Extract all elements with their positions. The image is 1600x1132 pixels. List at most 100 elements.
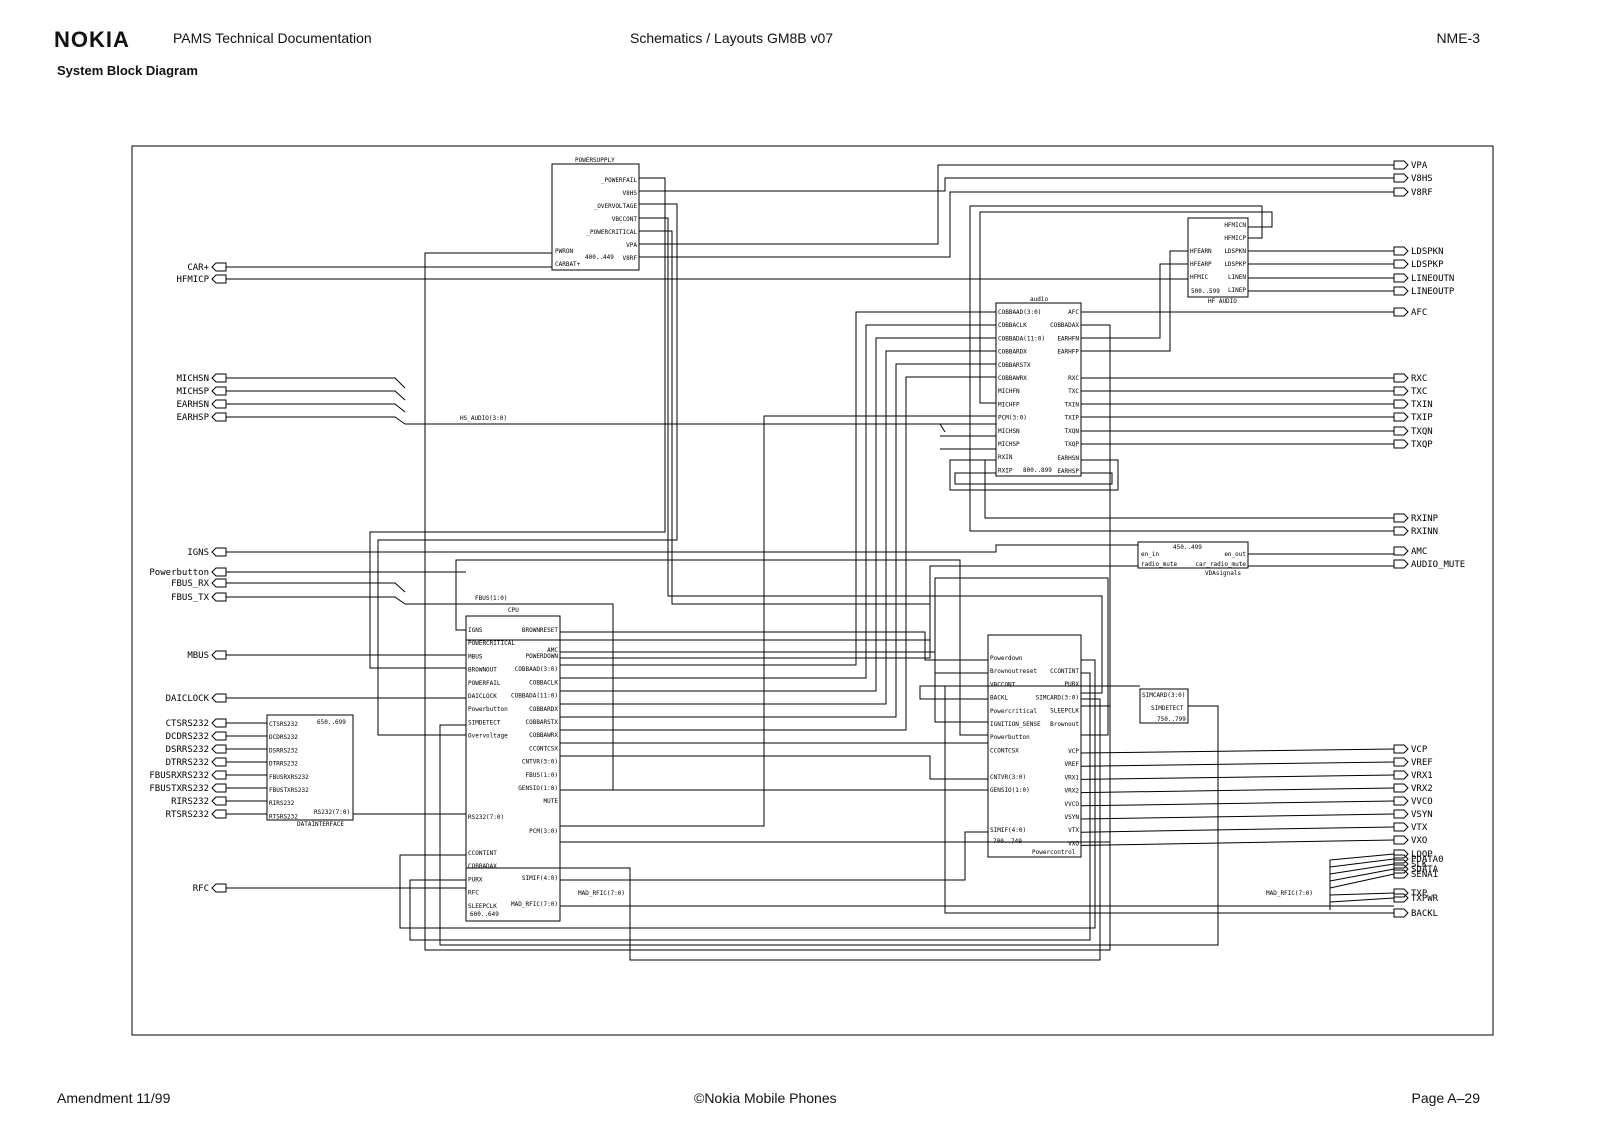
port-ldspkp-label: LDSPKP — [1411, 260, 1444, 270]
cpu-pin-cobbarstx: COBBARSTX — [525, 719, 558, 726]
powersupply-pin-vbccont: VBCCONT — [612, 216, 638, 223]
block-audio-title: audio — [1030, 296, 1048, 303]
powercontrol-pin-ignition-sense: IGNITION_SENSE — [990, 721, 1041, 728]
port-rxinp-label: RXINP — [1411, 514, 1439, 524]
schematic-diagram: POWERSUPPLY 400..449 PWRON CARBAT+ _POWERF… — [131, 145, 1494, 1036]
wire-95 — [1329, 873, 1395, 889]
wire-89 — [1080, 826, 1395, 833]
wire-86 — [1080, 787, 1395, 794]
port-lineoutp-label: LINEOUTP — [1411, 287, 1455, 297]
cpu-pin-powerdown: POWERDOWN — [525, 653, 558, 660]
port-fbus-tx-symbol — [211, 592, 227, 602]
block-vdasignals: VDAsignals 450..499 en_in radio_mute en_ou… — [1137, 541, 1249, 577]
port-dtrrs232-symbol — [211, 757, 227, 767]
port-ldspkn-label: LDSPKN — [1411, 247, 1444, 257]
bus-label-mad-rfic-cpu: MAD_RFIC(7:0) — [578, 890, 625, 897]
port-rxinn-label: RXINN — [1411, 527, 1438, 537]
port-hfmicp-label: HFMICP — [176, 275, 209, 285]
port-earhsn-label: EARHSN — [176, 400, 209, 410]
audio-pin-earhsp: EARHSP — [1057, 468, 1079, 475]
powercontrol-pin-sleepclk: SLEEPCLK — [1050, 708, 1079, 715]
bus-label-hs-audio: HS_AUDIO(3:0) — [460, 415, 507, 422]
port-amc-symbol — [1393, 546, 1409, 556]
powercontrol-pin-vbccont: VBCCONT — [990, 681, 1016, 688]
cpu-pin-overvoltage: Overvoltage — [468, 733, 508, 740]
port-txpwr-symbol — [1393, 893, 1409, 903]
wire-97 — [1329, 897, 1395, 903]
port-car-symbol — [211, 262, 227, 272]
port-vrx1-label: VRX1 — [1411, 771, 1433, 781]
hf-audio-pin-hfmicn: HFMICN — [1224, 222, 1246, 229]
audio-pin-afc: AFC — [1068, 309, 1079, 316]
port-ldspkp-symbol — [1393, 259, 1409, 269]
port-fbustxrs232-symbol — [211, 783, 227, 793]
wire-26 — [639, 177, 1394, 192]
port-michsn-label: MICHSN — [176, 374, 209, 384]
port-v8rf-label: V8RF — [1411, 188, 1433, 198]
wire-94 — [1329, 868, 1395, 882]
block-datainterface-title: DATAINTERFACE — [297, 821, 344, 828]
audio-pin-cobbada-11-0: COBBADA(11:0) — [998, 335, 1045, 342]
port-vpa-label: VPA — [1411, 161, 1428, 171]
port-fbus-rx-label: FBUS_RX — [171, 579, 210, 589]
port-vxo-symbol — [1393, 835, 1409, 845]
cpu-pin-daiclock: DAICLOCK — [468, 693, 497, 700]
port-audio-mute-symbol — [1393, 559, 1409, 569]
cpu-pin-rfc: RFC — [468, 890, 479, 897]
port-txip-symbol — [1393, 412, 1409, 422]
powercontrol-pin-simcard-3-0: SIMCARD(3:0) — [1036, 694, 1079, 701]
port-rtsrs232-label: RTSRS232 — [166, 810, 209, 820]
wire-96 — [1329, 892, 1395, 896]
port-ctsrs232-symbol — [211, 718, 227, 728]
audio-pin-txqp: TXQP — [1065, 441, 1080, 448]
wire-88 — [1080, 813, 1395, 820]
powercontrol-pin-powerbutton: Powerbutton — [990, 734, 1030, 741]
port-txqn-symbol — [1393, 426, 1409, 436]
port-daiclock-label: DAICLOCK — [166, 694, 210, 704]
audio-pin-rxc: RXC — [1068, 375, 1079, 382]
block-powercontrol: Powercontrol 700..749 PowerdownBrownoutr… — [987, 634, 1082, 858]
powercontrol-pin-cntvr-3-0: CNTVR(3:0) — [990, 774, 1026, 781]
cpu-pin-gensio-1-0: GENSIO(1:0) — [518, 785, 558, 792]
block-powersupply-title: POWERSUPPLY — [575, 157, 615, 164]
wire-28 — [639, 217, 1103, 694]
port-rxinp-symbol — [1393, 513, 1409, 523]
audio-pin-pcm-3-0: PCM(3:0) — [998, 415, 1027, 422]
port-rtsrs232-symbol — [211, 809, 227, 819]
cpu-pin-pcm-3-0: PCM(3:0) — [529, 828, 558, 835]
powercontrol-pin-backl: BACKL — [990, 695, 1008, 702]
port-mbus-label: MBUS — [187, 651, 209, 661]
port-vtx-label: VTX — [1411, 823, 1428, 833]
powercontrol-pin-brownout: Brownout — [1050, 721, 1079, 728]
cpu-pin-cobbaclk: COBBACLK — [529, 679, 558, 686]
powercontrol-pin-brownoutreset: Brownoutreset — [990, 668, 1037, 675]
port-hfmicp-symbol — [211, 274, 227, 284]
block-datainterface: DATAINTERFACE 650..699 RS232(7:0) CTSRS2… — [266, 714, 354, 828]
port-rirs232-label: RIRS232 — [171, 797, 209, 807]
audio-pin-earhfp: EARHFP — [1057, 349, 1079, 356]
powercontrol-pin-vrx2: VRX2 — [1065, 788, 1080, 795]
port-vrx2-label: VRX2 — [1411, 784, 1433, 794]
port-powerbutton-symbol — [211, 567, 227, 577]
cpu-pin-sleepclk: SLEEPCLK — [468, 903, 497, 910]
powercontrol-pin-purx: PURX — [1065, 681, 1080, 688]
port-rxc-symbol — [1393, 373, 1409, 383]
powersupply-pin-vpa: VPA — [626, 242, 637, 249]
powercontrol-pin-vxo: VXO — [1068, 840, 1079, 847]
powersupply-pin-carbat: CARBAT+ — [555, 261, 581, 268]
powercontrol-pin-vrx1: VRX1 — [1065, 774, 1080, 781]
port-rfc-symbol — [211, 883, 227, 893]
port-car-label: CAR+ — [187, 263, 209, 273]
port-fbus-rx-symbol — [211, 578, 227, 588]
wire-54 — [560, 324, 996, 679]
wire-35 — [1081, 263, 1188, 339]
hf-audio-pin-hfmicp: HFMICP — [1224, 235, 1246, 242]
port-afc-label: AFC — [1411, 308, 1427, 318]
port-fbus-tx-label: FBUS_TX — [171, 593, 210, 603]
port-earhsp-label: EARHSP — [176, 413, 209, 423]
datainterface-pin-fbustxrs232: FBUSTXRS232 — [269, 787, 309, 794]
cpu-pin-fbus-1-0: FBUS(1:0) — [525, 772, 558, 779]
port-v8rf-symbol — [1393, 187, 1409, 197]
datainterface-pin-dtrrs232: DTRRS232 — [269, 761, 298, 768]
wire-4 — [226, 390, 406, 401]
